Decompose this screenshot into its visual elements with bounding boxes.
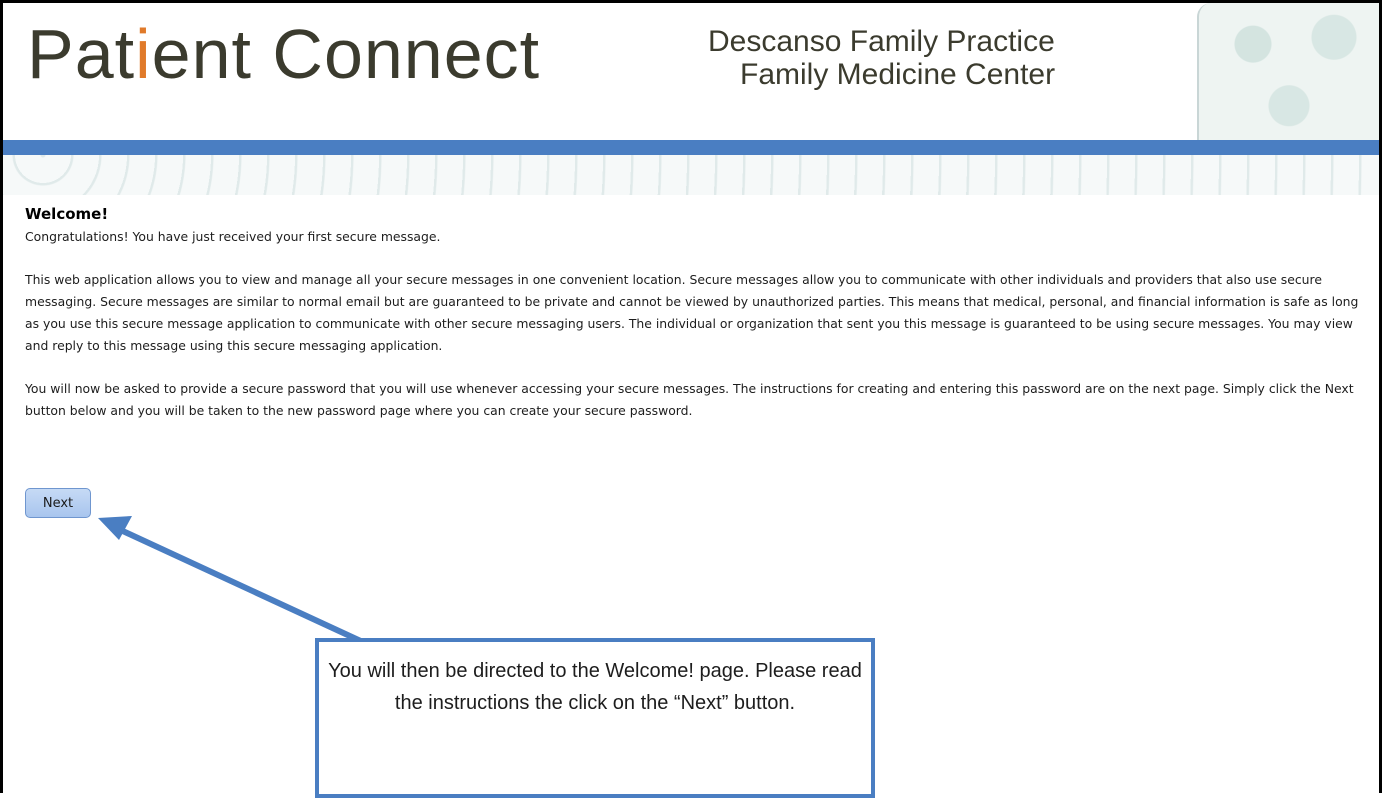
callout-arrow-head <box>98 516 132 540</box>
instruction-callout: You will then be directed to the Welcome… <box>315 638 875 798</box>
